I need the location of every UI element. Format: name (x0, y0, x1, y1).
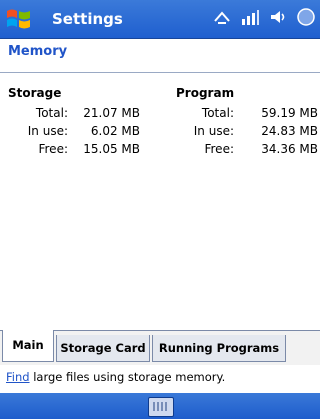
window-title: Settings (52, 10, 123, 28)
tab-bar: Main Storage Card Running Programs (0, 330, 320, 365)
tab-storage-card[interactable]: Storage Card (56, 335, 150, 362)
storage-total-label: Total: (35, 106, 68, 120)
storage-total-row: Total: 21.07 MB (8, 106, 140, 120)
program-heading: Program (176, 86, 235, 100)
storage-inuse-label: In use: (27, 124, 68, 138)
signal-icon[interactable] (240, 7, 260, 27)
windows-start-icon[interactable] (4, 5, 34, 33)
find-link[interactable]: Find (6, 370, 30, 384)
program-inuse-label: In use: (193, 124, 234, 138)
program-free-row: Free: 34.36 MB (172, 142, 318, 156)
storage-free-row: Free: 15.05 MB (8, 142, 140, 156)
storage-heading: Storage (8, 86, 62, 100)
storage-total-value: 21.07 MB (83, 106, 140, 120)
close-ok-icon[interactable] (296, 7, 316, 27)
header-divider (0, 72, 320, 73)
tab-main[interactable]: Main (2, 330, 54, 362)
keyboard-icon[interactable] (148, 397, 174, 417)
storage-free-value: 15.05 MB (83, 142, 140, 156)
program-free-label: Free: (204, 142, 234, 156)
program-free-value: 34.36 MB (261, 142, 318, 156)
tab-running-programs[interactable]: Running Programs (152, 335, 286, 362)
program-total-value: 59.19 MB (261, 106, 318, 120)
title-bar: Settings (0, 0, 320, 39)
program-total-label: Total: (201, 106, 234, 120)
storage-inuse-value: 6.02 MB (90, 124, 140, 138)
page-title: Memory (8, 44, 68, 59)
program-inuse-row: In use: 24.83 MB (172, 124, 318, 138)
hint-description: large files using storage memory. (29, 370, 226, 384)
program-inuse-value: 24.83 MB (261, 124, 318, 138)
connectivity-icon[interactable] (212, 7, 232, 27)
hint-text: Find large files using storage memory. (6, 370, 225, 384)
menu-bar (0, 393, 320, 419)
storage-free-label: Free: (38, 142, 68, 156)
storage-inuse-row: In use: 6.02 MB (8, 124, 140, 138)
volume-icon[interactable] (268, 7, 288, 27)
program-total-row: Total: 59.19 MB (172, 106, 318, 120)
status-icons (212, 7, 316, 31)
